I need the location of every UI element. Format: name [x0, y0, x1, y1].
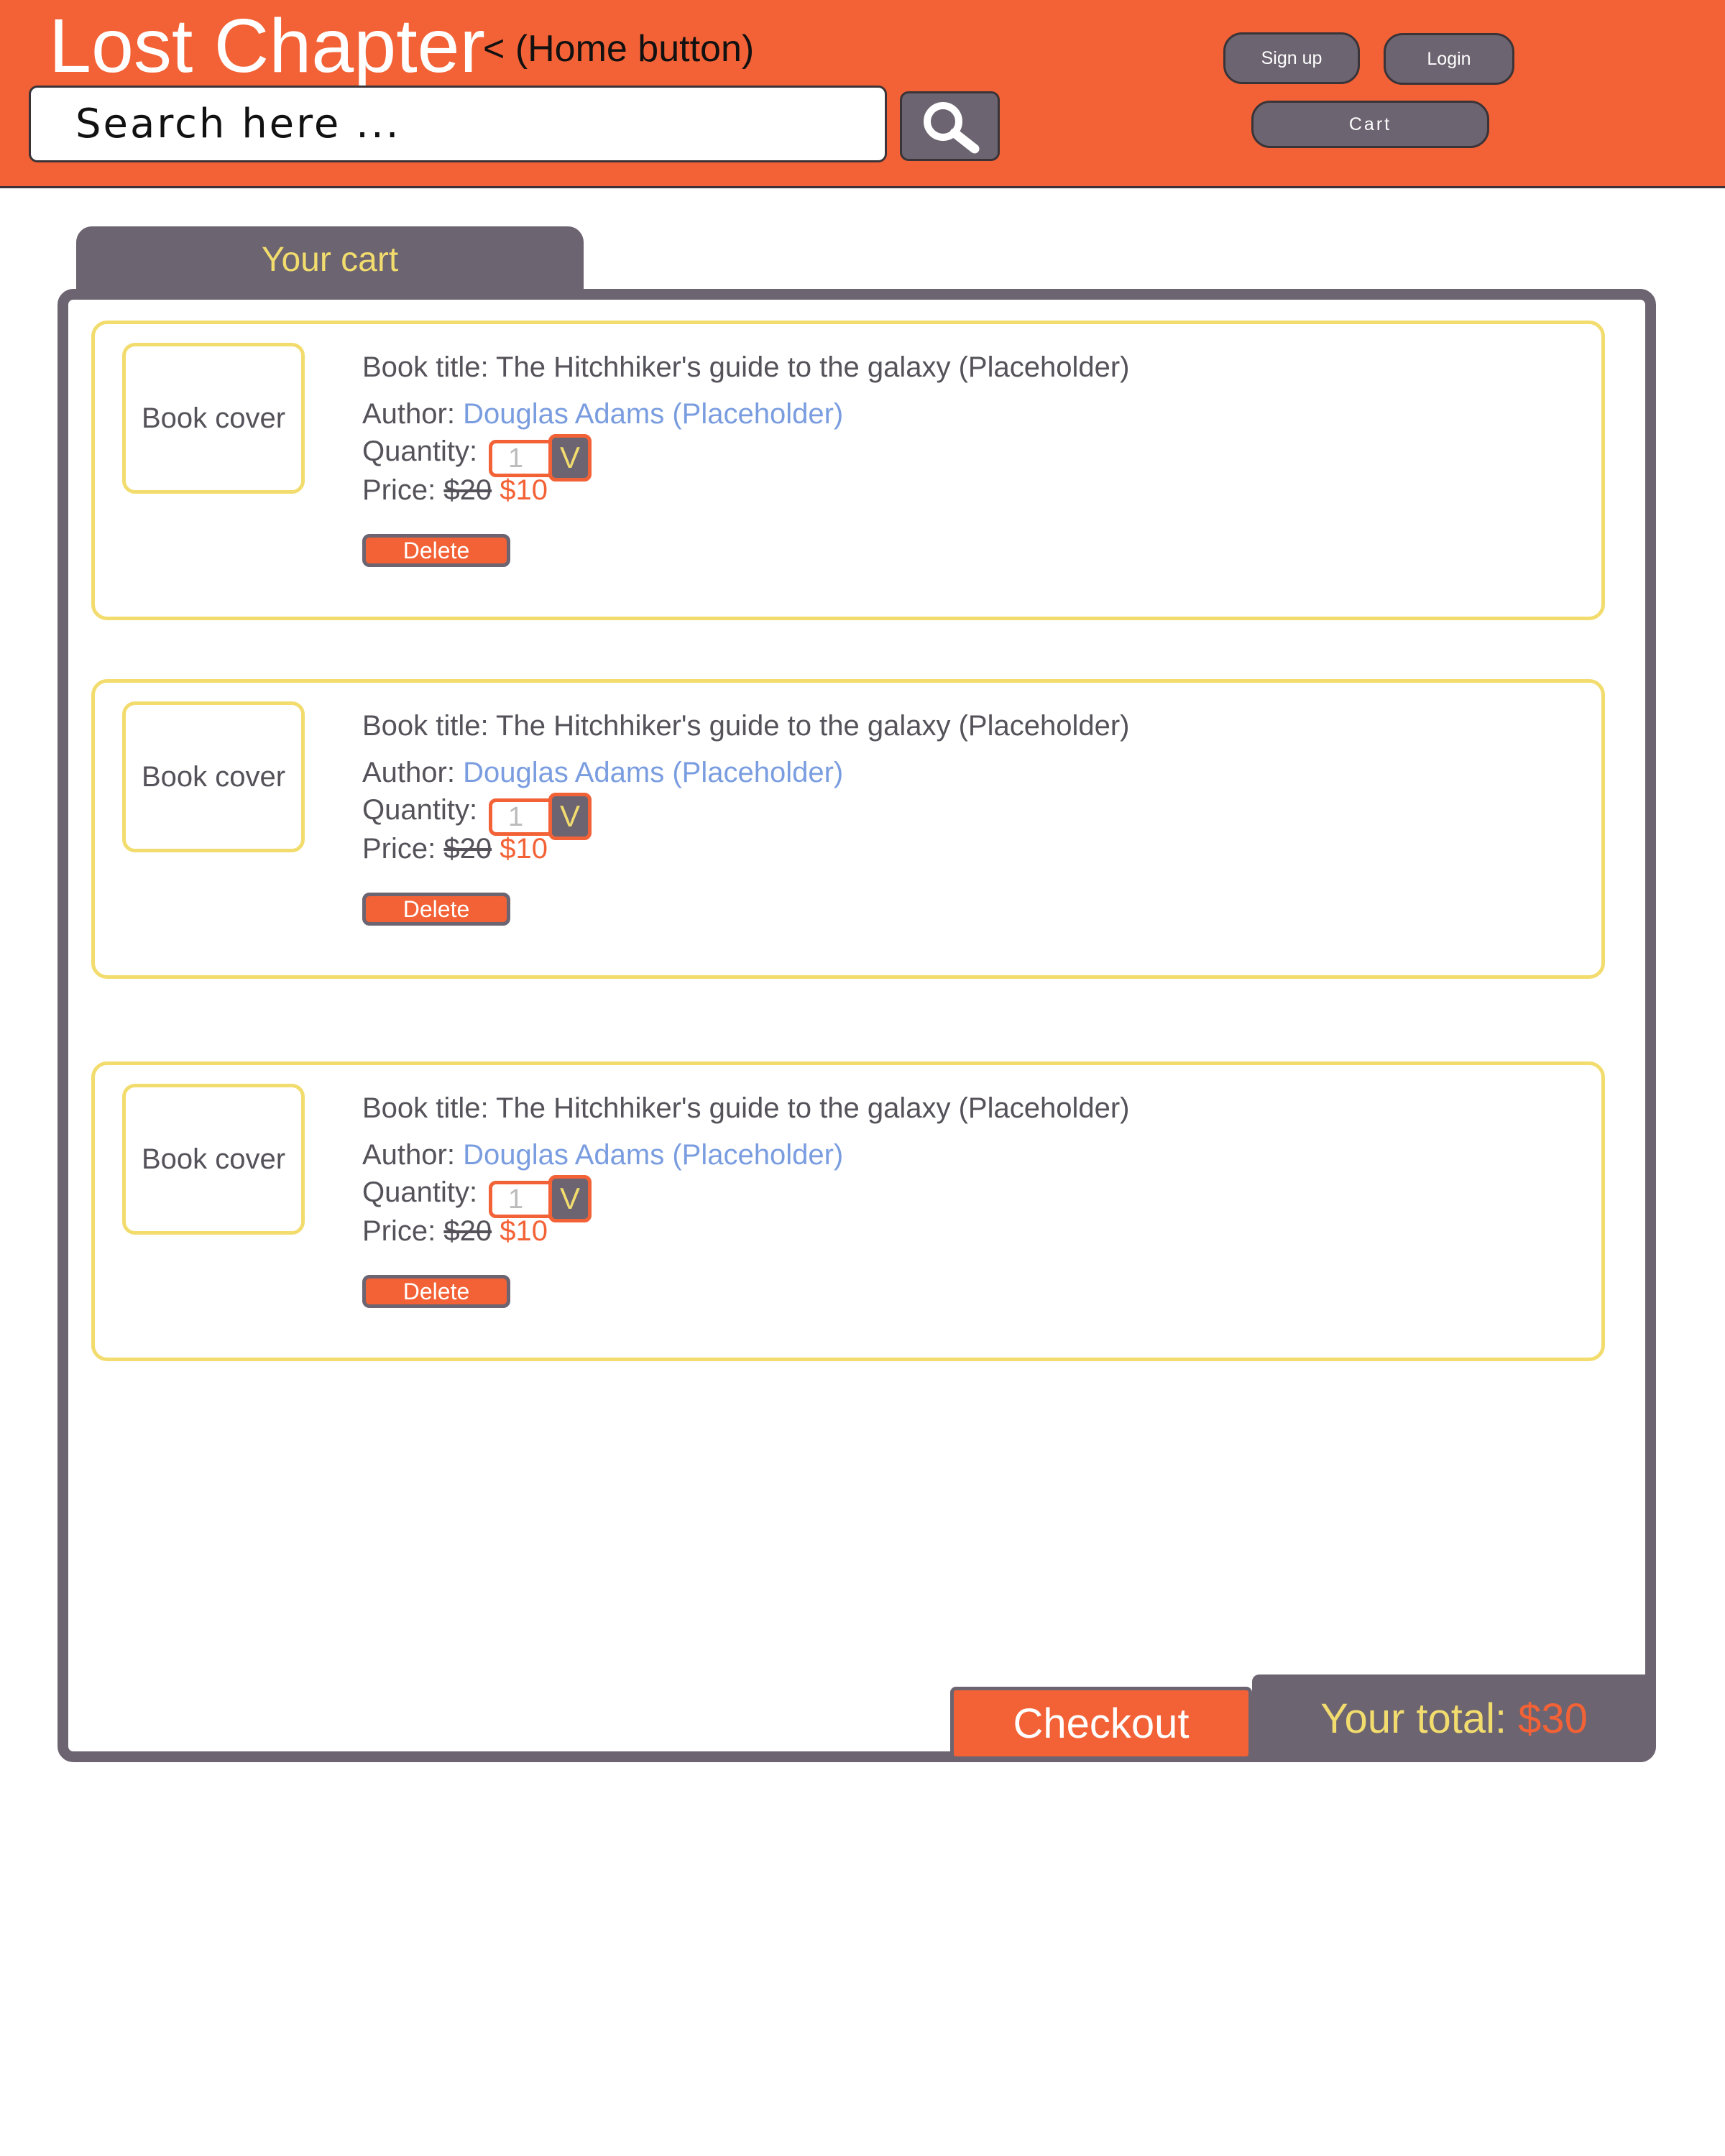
sale-price: $10 [500, 474, 548, 506]
your-cart-tab[interactable]: Your cart [76, 226, 584, 292]
quantity-dropdown-toggle[interactable]: V [548, 1175, 592, 1222]
price-label: Price: [362, 1215, 444, 1247]
quantity-label: Quantity: [362, 794, 478, 826]
book-cover-placeholder: Book cover [122, 343, 305, 494]
author-name-link[interactable]: Douglas Adams (Placeholder) [463, 1139, 843, 1171]
book-author-line: Author: Douglas Adams (Placeholder) [362, 755, 843, 790]
quantity-label: Quantity: [362, 1176, 478, 1208]
author-name-link[interactable]: Douglas Adams (Placeholder) [463, 757, 843, 788]
site-logo-home-link[interactable]: Lost Chapter [49, 3, 485, 89]
total-label: Your total: [1320, 1695, 1507, 1742]
cart-item: Book cover Book title: The Hitchhiker's … [91, 321, 1605, 620]
cart-button[interactable]: Cart [1251, 101, 1489, 148]
price-label: Price: [362, 474, 444, 506]
original-price: $20 [443, 1215, 492, 1247]
search-button[interactable] [900, 91, 1000, 161]
cart-item: Book cover Book title: The Hitchhiker's … [91, 679, 1605, 979]
home-button-note: < (Home button) [483, 28, 755, 70]
author-name-link[interactable]: Douglas Adams (Placeholder) [463, 398, 843, 430]
book-title: Book title: The Hitchhiker's guide to th… [362, 710, 1130, 742]
search-box [29, 86, 887, 162]
checkout-button[interactable]: Checkout [950, 1687, 1252, 1760]
price-line: Price: $20 $10 [362, 1214, 548, 1248]
sign-up-button[interactable]: Sign up [1223, 32, 1360, 84]
cart-total: Your total: $30 [1252, 1674, 1656, 1762]
sale-price: $10 [500, 833, 548, 865]
book-cover-placeholder: Book cover [122, 701, 305, 852]
quantity-dropdown-toggle[interactable]: V [548, 434, 592, 482]
book-title: Book title: The Hitchhiker's guide to th… [362, 1092, 1130, 1124]
search-input[interactable] [31, 88, 885, 160]
magnifier-icon [923, 101, 979, 153]
total-amount: $30 [1518, 1695, 1588, 1742]
author-label: Author: [362, 398, 464, 430]
cart-item: Book cover Book title: The Hitchhiker's … [91, 1061, 1605, 1361]
quantity-line: Quantity: V [362, 793, 592, 840]
original-price: $20 [443, 474, 492, 506]
author-label: Author: [362, 757, 464, 788]
delete-button[interactable]: Delete [362, 1275, 510, 1308]
original-price: $20 [443, 833, 492, 865]
delete-button[interactable]: Delete [362, 534, 510, 567]
price-line: Price: $20 $10 [362, 831, 548, 866]
book-author-line: Author: Douglas Adams (Placeholder) [362, 1138, 843, 1172]
book-author-line: Author: Douglas Adams (Placeholder) [362, 397, 843, 431]
book-cover-placeholder: Book cover [122, 1084, 305, 1235]
author-label: Author: [362, 1139, 464, 1171]
delete-button[interactable]: Delete [362, 893, 510, 926]
sale-price: $10 [500, 1215, 548, 1247]
quantity-line: Quantity: V [362, 434, 592, 482]
quantity-label: Quantity: [362, 436, 478, 467]
site-header: Lost Chapter < (Home button) Sign up Log… [0, 0, 1725, 188]
book-title: Book title: The Hitchhiker's guide to th… [362, 351, 1130, 383]
price-line: Price: $20 $10 [362, 473, 548, 507]
price-label: Price: [362, 833, 444, 865]
quantity-dropdown-toggle[interactable]: V [548, 793, 592, 840]
login-button[interactable]: Login [1384, 33, 1514, 85]
quantity-line: Quantity: V [362, 1175, 592, 1222]
